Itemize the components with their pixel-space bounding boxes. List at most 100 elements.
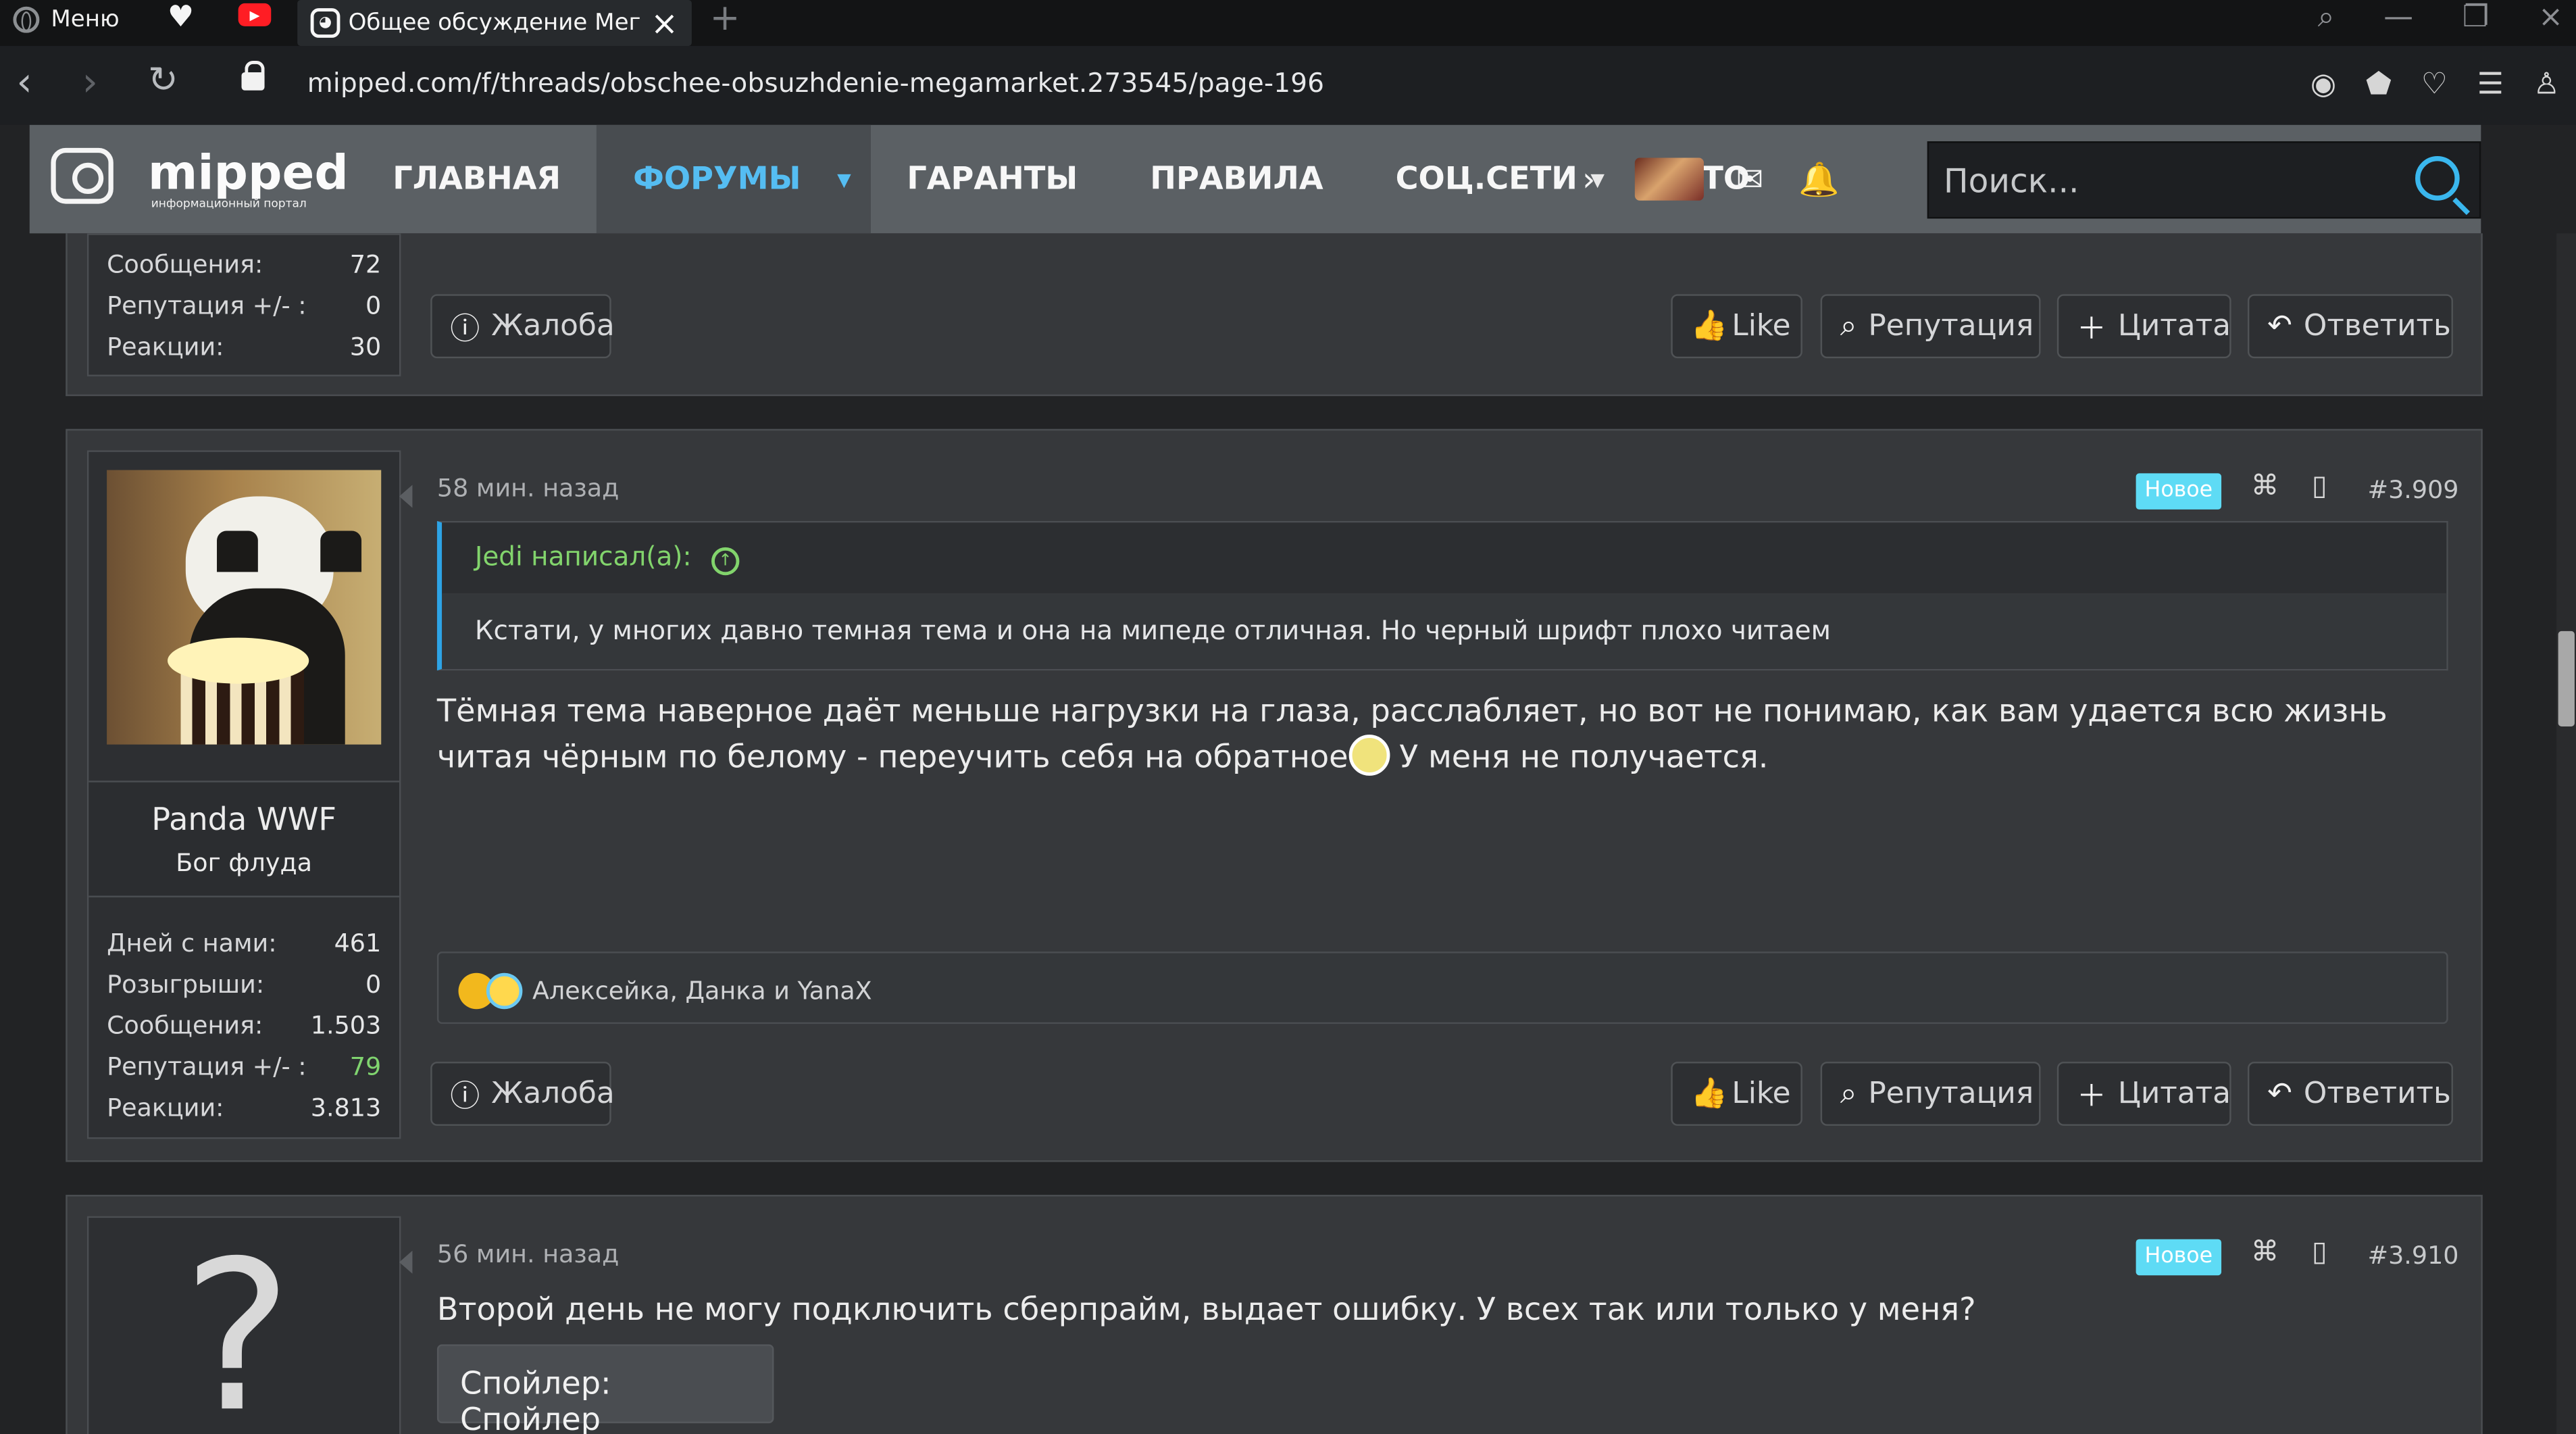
post-number[interactable]: #3.910: [2368, 1241, 2459, 1270]
site-favicon-icon: ◕: [310, 8, 340, 38]
laugh-reaction-icon: [486, 972, 523, 1010]
previous-stats-list: Сообщения: 72 Репутация +/- : 0 Реакции: 30: [89, 235, 399, 375]
quote-author-line[interactable]: Jedi написал(а): ↑: [442, 522, 2447, 595]
camera-icon[interactable]: ◉: [2310, 68, 2336, 102]
forward-icon[interactable]: ›: [82, 62, 98, 101]
reactions-bar[interactable]: Алексейка, Данка и YanaX: [436, 951, 2448, 1024]
author-card: Panda WWF Бог флуда Дней с нами: 461 Розы…: [86, 450, 413, 1139]
reply-button[interactable]: ↶ Ответить: [2247, 294, 2453, 359]
bookmark-icon[interactable]: ▯: [2312, 470, 2327, 503]
post-time[interactable]: 56 мин. назад: [437, 1239, 619, 1269]
stat-value: 461: [334, 927, 382, 958]
quoted-message: Jedi написал(а): ↑ Кстати, у многих давн…: [436, 520, 2448, 671]
like-button[interactable]: 👍 Like: [1671, 1062, 1802, 1126]
nav-rules[interactable]: ПРАВИЛА: [1114, 125, 1359, 234]
nav-forums[interactable]: ФОРУМЫ ▼: [597, 124, 871, 234]
quote-button[interactable]: ＋ Цитата: [2056, 1062, 2231, 1126]
nav-home[interactable]: ГЛАВНАЯ: [357, 125, 597, 234]
scrollbar-thumb[interactable]: [2558, 631, 2575, 726]
author-stats: Дней с нами: 461 Розыгрыши: 0 Сообщения: 1.…: [89, 914, 399, 1135]
stat-row: Сообщения: 1.503: [107, 1004, 381, 1045]
logo-subtitle: информационный портал: [151, 197, 307, 211]
minimize-icon[interactable]: —: [2383, 0, 2413, 34]
restore-icon[interactable]: ❐: [2463, 0, 2489, 34]
nav-guarantees[interactable]: ГАРАНТЫ: [871, 125, 1114, 234]
active-browser-tab[interactable]: ◕ Общее обсуждение Мегамаркет ×: [297, 0, 692, 47]
tab-title: Общее обсуждение Мегамаркет: [348, 9, 641, 36]
stat-row: Дней с нами: 461: [107, 922, 381, 963]
easy-setup-icon[interactable]: ☰: [2477, 68, 2504, 102]
page-scrollbar[interactable]: [2556, 233, 2576, 1434]
stat-label: Реакции:: [107, 331, 224, 361]
browser-address-bar: ‹ › ↻ mipped.com/f/threads/obschee-obsuz…: [0, 46, 2576, 125]
secure-lock-icon[interactable]: [241, 60, 265, 91]
logo-gamepad-icon: [51, 147, 113, 204]
favorite-heart-icon[interactable]: ♡: [2421, 68, 2448, 102]
back-icon[interactable]: ‹: [16, 62, 32, 101]
author-avatar[interactable]: [107, 470, 382, 745]
browser-menu-button[interactable]: Меню: [13, 3, 120, 36]
new-badge: Новое: [2136, 1239, 2222, 1276]
nav-guarantees-label: ГАРАНТЫ: [907, 161, 1078, 197]
quote-plus-icon: ＋: [2077, 1079, 2106, 1114]
warning-icon: ⓘ: [450, 1079, 480, 1114]
post-body: Тёмная тема наверное даёт меньше нагрузк…: [437, 689, 2450, 781]
report-button[interactable]: ⓘ Жалоба: [430, 294, 615, 359]
new-tab-icon[interactable]: +: [710, 0, 740, 39]
stat-row: Розыгрыши: 0: [107, 963, 381, 1004]
author-name-block: Panda WWF Бог флуда: [89, 781, 399, 897]
go-to-quote-icon[interactable]: ↑: [711, 547, 740, 576]
browser-search-icon[interactable]: ⌕: [2318, 0, 2335, 34]
stat-value: 3.813: [310, 1092, 382, 1122]
quote-button[interactable]: ＋ Цитата: [2056, 294, 2231, 359]
search-icon[interactable]: [2415, 156, 2460, 201]
close-window-icon[interactable]: ×: [2538, 0, 2563, 34]
profile-icon[interactable]: ♙: [2533, 68, 2560, 102]
card-pointer: [399, 1250, 413, 1274]
spoiler-button[interactable]: Спойлер: Спойлер: [436, 1344, 774, 1434]
mail-icon[interactable]: ✉: [1715, 159, 1784, 199]
default-avatar[interactable]: ?: [86, 1216, 413, 1434]
forum-navigation: mipped информационный портал ГЛАВНАЯ ФОР…: [29, 124, 2481, 234]
reputation-label: Репутация: [1868, 309, 2034, 344]
site-logo[interactable]: mipped информационный портал: [51, 145, 349, 217]
more-menu-icon[interactable]: ›: [1555, 159, 1623, 199]
author-name[interactable]: Panda WWF: [89, 802, 399, 839]
search-input[interactable]: Поиск...: [1927, 141, 2481, 219]
quote-label: Цитата: [2117, 1076, 2231, 1112]
youtube-icon[interactable]: ▶: [238, 3, 272, 26]
like-button[interactable]: 👍 Like: [1671, 294, 1802, 359]
reply-label: Ответить: [2303, 1076, 2451, 1112]
close-tab-icon[interactable]: ×: [651, 3, 678, 43]
stat-label: Сообщения:: [107, 249, 263, 279]
nav-forums-label: ФОРУМЫ: [633, 161, 801, 197]
post-time[interactable]: 58 мин. назад: [437, 473, 619, 503]
reply-icon: ↶: [2267, 309, 2292, 344]
nav-rules-label: ПРАВИЛА: [1150, 161, 1323, 197]
account-avatar[interactable]: [1634, 157, 1704, 201]
bell-icon[interactable]: 🔔: [1784, 159, 1853, 199]
stat-value: 1.503: [310, 1010, 382, 1040]
post-number[interactable]: #3.909: [2368, 475, 2459, 505]
stat-row: Реакции: 3.813: [107, 1087, 381, 1128]
share-icon[interactable]: ⌘: [2251, 470, 2279, 503]
reputation-label: Репутация: [1868, 1076, 2034, 1112]
new-badge: Новое: [2136, 473, 2222, 510]
like-label: Like: [1732, 309, 1791, 344]
reply-button[interactable]: ↶ Ответить: [2247, 1062, 2453, 1126]
magnifier-icon: ⌕: [1840, 1076, 1857, 1112]
shield-icon[interactable]: ⬟: [2366, 68, 2392, 102]
url-field[interactable]: mipped.com/f/threads/obschee-obsuzhdenie…: [307, 68, 1324, 99]
stat-value: 0: [365, 968, 382, 999]
question-mark-icon: ?: [182, 1216, 293, 1434]
post-3909: Panda WWF Бог флуда Дней с нами: 461 Розы…: [66, 428, 2483, 1162]
share-icon[interactable]: ⌘: [2251, 1236, 2279, 1269]
reputation-button[interactable]: ⌕ Репутация: [1820, 294, 2041, 359]
heart-icon[interactable]: ♥: [163, 0, 199, 34]
thumbs-up-icon: 👍: [1690, 309, 1728, 344]
bookmark-icon[interactable]: ▯: [2312, 1236, 2327, 1269]
reputation-button[interactable]: ⌕ Репутация: [1820, 1062, 2041, 1126]
report-button[interactable]: ⓘ Жалоба: [430, 1062, 615, 1126]
forums-dropdown-icon[interactable]: ▼: [837, 168, 851, 190]
reload-icon[interactable]: ↻: [148, 64, 178, 101]
